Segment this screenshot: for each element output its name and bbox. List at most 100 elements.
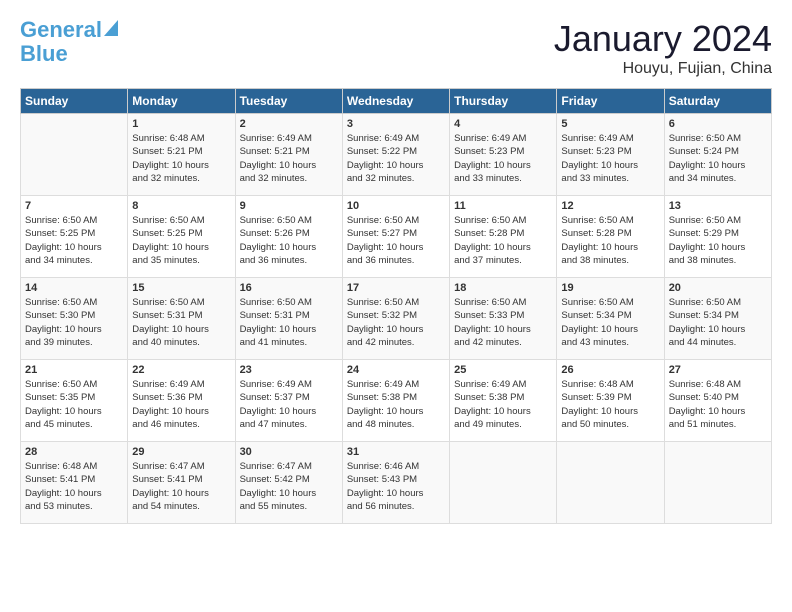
sunset-line: Sunset: 5:32 PM [347, 309, 445, 322]
sunset-line: Sunset: 5:33 PM [454, 309, 552, 322]
sunrise-line: Sunrise: 6:50 AM [669, 296, 767, 309]
day-cell: 26 Sunrise: 6:48 AM Sunset: 5:39 PM Dayl… [557, 360, 664, 442]
sunset-line: Sunset: 5:22 PM [347, 145, 445, 158]
day-number: 10 [347, 200, 445, 212]
day-cell: 16 Sunrise: 6:50 AM Sunset: 5:31 PM Dayl… [235, 278, 342, 360]
sunrise-line: Sunrise: 6:49 AM [561, 132, 659, 145]
title-block: January 2024 Houyu, Fujian, China [554, 18, 772, 78]
day-cell: 2 Sunrise: 6:49 AM Sunset: 5:21 PM Dayli… [235, 114, 342, 196]
daylight-minutes: and 39 minutes. [25, 336, 123, 349]
daylight-minutes: and 40 minutes. [132, 336, 230, 349]
day-number: 1 [132, 118, 230, 130]
daylight-minutes: and 54 minutes. [132, 500, 230, 513]
day-number: 27 [669, 364, 767, 376]
sunrise-line: Sunrise: 6:50 AM [669, 214, 767, 227]
sunset-line: Sunset: 5:31 PM [132, 309, 230, 322]
sunrise-line: Sunrise: 6:48 AM [25, 460, 123, 473]
header-cell-sunday: Sunday [21, 89, 128, 114]
day-number: 4 [454, 118, 552, 130]
daylight-label: Daylight: 10 hours [240, 241, 338, 254]
day-cell: 9 Sunrise: 6:50 AM Sunset: 5:26 PM Dayli… [235, 196, 342, 278]
day-cell [450, 442, 557, 524]
daylight-label: Daylight: 10 hours [132, 487, 230, 500]
sunset-line: Sunset: 5:24 PM [669, 145, 767, 158]
logo-line2: Blue [20, 42, 68, 66]
sunset-line: Sunset: 5:23 PM [454, 145, 552, 158]
daylight-label: Daylight: 10 hours [669, 405, 767, 418]
daylight-minutes: and 46 minutes. [132, 418, 230, 431]
day-number: 21 [25, 364, 123, 376]
week-row-2: 7 Sunrise: 6:50 AM Sunset: 5:25 PM Dayli… [21, 196, 772, 278]
day-cell: 13 Sunrise: 6:50 AM Sunset: 5:29 PM Dayl… [664, 196, 771, 278]
sunset-line: Sunset: 5:30 PM [25, 309, 123, 322]
day-cell: 24 Sunrise: 6:49 AM Sunset: 5:38 PM Dayl… [342, 360, 449, 442]
sunset-line: Sunset: 5:34 PM [669, 309, 767, 322]
daylight-minutes: and 50 minutes. [561, 418, 659, 431]
day-cell: 8 Sunrise: 6:50 AM Sunset: 5:25 PM Dayli… [128, 196, 235, 278]
sunrise-line: Sunrise: 6:49 AM [132, 378, 230, 391]
page: General Blue January 2024 Houyu, Fujian,… [0, 0, 792, 534]
day-number: 23 [240, 364, 338, 376]
daylight-label: Daylight: 10 hours [669, 241, 767, 254]
daylight-minutes: and 35 minutes. [132, 254, 230, 267]
daylight-minutes: and 34 minutes. [25, 254, 123, 267]
sunrise-line: Sunrise: 6:50 AM [669, 132, 767, 145]
day-number: 15 [132, 282, 230, 294]
daylight-minutes: and 45 minutes. [25, 418, 123, 431]
day-number: 25 [454, 364, 552, 376]
day-cell: 14 Sunrise: 6:50 AM Sunset: 5:30 PM Dayl… [21, 278, 128, 360]
daylight-label: Daylight: 10 hours [454, 241, 552, 254]
day-cell: 21 Sunrise: 6:50 AM Sunset: 5:35 PM Dayl… [21, 360, 128, 442]
sunrise-line: Sunrise: 6:50 AM [454, 214, 552, 227]
day-cell [557, 442, 664, 524]
sunset-line: Sunset: 5:21 PM [240, 145, 338, 158]
daylight-minutes: and 49 minutes. [454, 418, 552, 431]
daylight-label: Daylight: 10 hours [240, 159, 338, 172]
sunrise-line: Sunrise: 6:46 AM [347, 460, 445, 473]
sunset-line: Sunset: 5:27 PM [347, 227, 445, 240]
sunrise-line: Sunrise: 6:50 AM [25, 296, 123, 309]
day-number: 5 [561, 118, 659, 130]
sunset-line: Sunset: 5:35 PM [25, 391, 123, 404]
daylight-minutes: and 32 minutes. [347, 172, 445, 185]
day-number: 22 [132, 364, 230, 376]
sunset-line: Sunset: 5:26 PM [240, 227, 338, 240]
header: General Blue January 2024 Houyu, Fujian,… [20, 18, 772, 78]
sunrise-line: Sunrise: 6:47 AM [240, 460, 338, 473]
day-number: 6 [669, 118, 767, 130]
daylight-label: Daylight: 10 hours [25, 241, 123, 254]
sunrise-line: Sunrise: 6:49 AM [454, 132, 552, 145]
day-number: 18 [454, 282, 552, 294]
sunset-line: Sunset: 5:23 PM [561, 145, 659, 158]
day-number: 2 [240, 118, 338, 130]
day-cell: 31 Sunrise: 6:46 AM Sunset: 5:43 PM Dayl… [342, 442, 449, 524]
day-cell: 1 Sunrise: 6:48 AM Sunset: 5:21 PM Dayli… [128, 114, 235, 196]
sunrise-line: Sunrise: 6:50 AM [132, 296, 230, 309]
sunset-line: Sunset: 5:34 PM [561, 309, 659, 322]
sunset-line: Sunset: 5:28 PM [561, 227, 659, 240]
sunset-line: Sunset: 5:25 PM [25, 227, 123, 240]
header-cell-monday: Monday [128, 89, 235, 114]
daylight-minutes: and 55 minutes. [240, 500, 338, 513]
day-cell: 7 Sunrise: 6:50 AM Sunset: 5:25 PM Dayli… [21, 196, 128, 278]
daylight-label: Daylight: 10 hours [25, 323, 123, 336]
daylight-label: Daylight: 10 hours [347, 159, 445, 172]
daylight-label: Daylight: 10 hours [669, 323, 767, 336]
sunrise-line: Sunrise: 6:50 AM [240, 296, 338, 309]
sunrise-line: Sunrise: 6:50 AM [561, 214, 659, 227]
header-row: SundayMondayTuesdayWednesdayThursdayFrid… [21, 89, 772, 114]
daylight-label: Daylight: 10 hours [347, 241, 445, 254]
day-cell: 23 Sunrise: 6:49 AM Sunset: 5:37 PM Dayl… [235, 360, 342, 442]
daylight-label: Daylight: 10 hours [454, 159, 552, 172]
daylight-minutes: and 43 minutes. [561, 336, 659, 349]
sunset-line: Sunset: 5:31 PM [240, 309, 338, 322]
daylight-minutes: and 37 minutes. [454, 254, 552, 267]
daylight-label: Daylight: 10 hours [25, 405, 123, 418]
sunrise-line: Sunrise: 6:50 AM [25, 214, 123, 227]
day-cell: 11 Sunrise: 6:50 AM Sunset: 5:28 PM Dayl… [450, 196, 557, 278]
sunrise-line: Sunrise: 6:50 AM [132, 214, 230, 227]
sunset-line: Sunset: 5:43 PM [347, 473, 445, 486]
day-number: 7 [25, 200, 123, 212]
logo-text: General [20, 18, 102, 42]
header-cell-thursday: Thursday [450, 89, 557, 114]
